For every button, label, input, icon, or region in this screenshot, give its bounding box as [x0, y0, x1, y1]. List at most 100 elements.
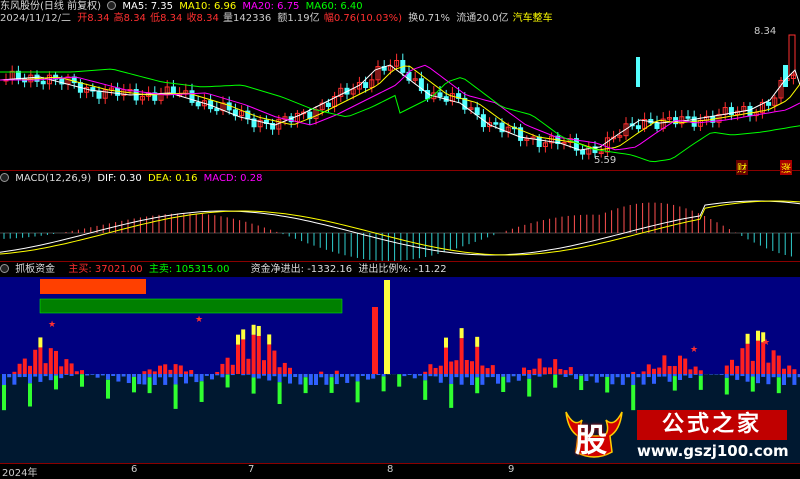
capital-buy-bar [428, 364, 432, 374]
candle-body [767, 102, 771, 105]
capital-sell-bar [246, 374, 250, 375]
capital-buy-bar [44, 363, 48, 374]
capital-buy-bar [683, 359, 687, 374]
capital-sell-bar [423, 374, 427, 380]
capital-sell-bar [465, 374, 469, 377]
capital-sell-bar [480, 374, 484, 385]
macd-settings-icon[interactable] [0, 173, 9, 182]
moving-average-line [0, 65, 800, 150]
capital-sell-bar [402, 374, 406, 376]
candle-body [636, 126, 640, 129]
capital-sell-bar [673, 374, 677, 376]
settings-icon[interactable] [107, 1, 116, 10]
capital-buy-bar [257, 336, 261, 374]
quote-date: 2024/11/12/二 [0, 13, 71, 24]
capital-buy-bar [480, 366, 484, 374]
capital-buy-bar [694, 367, 698, 374]
capital-sell-bar [18, 374, 22, 377]
capital-net-outflow-bar [132, 377, 136, 392]
capital-sell-bar [647, 374, 651, 377]
capital-buy-bar [543, 367, 547, 374]
capital-buy-bar [49, 348, 53, 374]
capital-sell-bar [137, 374, 141, 384]
capital-net-outflow-bar [382, 376, 386, 391]
macd-chart[interactable] [0, 185, 800, 261]
capital-sell-bar [111, 374, 115, 376]
capital-sell-bar [434, 374, 438, 376]
finance-marker[interactable]: 财 [736, 160, 748, 175]
capital-buy-bar [70, 363, 74, 374]
capital-buy-bar [449, 362, 453, 374]
capital-sell-bar [376, 374, 380, 375]
capital-buy-bar [246, 359, 250, 374]
capital-header: 抓板资金 主买: 37021.00 主卖: 105315.00 资金净进出: -… [0, 264, 450, 276]
capital-sell-bar [600, 374, 604, 377]
capital-sell-bar [460, 374, 464, 385]
capital-title: 抓板资金 [15, 264, 55, 275]
price-chart[interactable] [0, 25, 800, 170]
capital-buy-bar [158, 366, 162, 374]
capital-sell-bar [486, 374, 490, 377]
capital-sell-bar [366, 374, 370, 380]
chart-header: 东风股份(日线 前复权) MA5: 7.35 MA10: 6.96 MA20: … [0, 1, 366, 13]
capital-sell-bar [761, 374, 765, 377]
capital-buy-bar [730, 360, 734, 374]
capital-buy-bar [319, 372, 323, 374]
capital-net-outflow-bar [397, 374, 401, 386]
capital-sell-bar [428, 374, 432, 376]
capital-buy-bar [12, 372, 16, 374]
quote-info-line: 2024/11/12/二 开8.34 高8.34 低8.34 收8.34 量14… [0, 13, 556, 25]
capital-sell-bar [532, 374, 536, 375]
macd-dif: DIF: 0.30 [97, 173, 141, 184]
capital-sell-bar [267, 374, 271, 380]
capital-sell-bar [574, 374, 578, 379]
capital-sell-bar [226, 374, 230, 375]
watermark-url: www.gszj100.com [637, 442, 787, 460]
macd-title: MACD(12,26,9) [15, 173, 91, 184]
capital-sell-bar [538, 374, 542, 377]
capital-highlight-bar [38, 337, 42, 347]
capital-sell-bar [127, 374, 131, 383]
capital-sell-bar [345, 374, 349, 383]
capital-star-marker: ★ [195, 315, 203, 325]
capital-sell-bar [122, 374, 126, 377]
capital-sell-bar [54, 374, 58, 376]
capital-buy-bar [272, 351, 276, 374]
capital-sell-bar [746, 374, 750, 382]
capital-net-outflow-bar [579, 376, 583, 390]
capital-buy-bar [174, 364, 178, 374]
capital-sell-bar [413, 374, 417, 378]
candle-body [326, 103, 330, 106]
capital-settings-icon[interactable] [0, 264, 9, 273]
capital-buy-bar [226, 358, 230, 374]
capital-sell-bar [23, 374, 27, 377]
capital-sell-bar [262, 374, 266, 376]
capital-sell-bar [85, 374, 89, 375]
capital-net-outflow-bar [449, 384, 453, 408]
capital-sell-bar [257, 374, 261, 379]
capital-sell-bar [304, 374, 308, 377]
capital-highlight-bar [236, 335, 240, 345]
capital-buy-bar [283, 363, 287, 374]
capital-buy-bar [267, 344, 271, 374]
capital-sell-bar [699, 374, 703, 376]
x-axis-label-year: 2024年 [2, 464, 37, 479]
candle-body [196, 102, 200, 105]
capital-sell-bar [356, 374, 360, 381]
capital-net-outflow-bar [330, 377, 334, 393]
capital-sell-bar [491, 374, 495, 377]
capital-buy-bar [548, 367, 552, 374]
capital-sell-bar [361, 374, 365, 376]
capital-buy-bar [460, 338, 464, 374]
capital-sell-bar [631, 374, 635, 385]
capital-net-outflow-bar [423, 380, 427, 400]
x-axis: 2024年 6 7 8 9 [0, 463, 800, 477]
capital-sell-bar [662, 374, 666, 377]
capital-sell-bar [766, 374, 770, 384]
capital-sell-bar [501, 374, 505, 377]
capital-sell-bar [735, 374, 739, 380]
limit-up-marker[interactable]: 涨 [780, 160, 792, 175]
capital-buy-bar [522, 368, 526, 374]
capital-buy-bar [486, 368, 490, 374]
capital-buy-bar [168, 370, 172, 374]
